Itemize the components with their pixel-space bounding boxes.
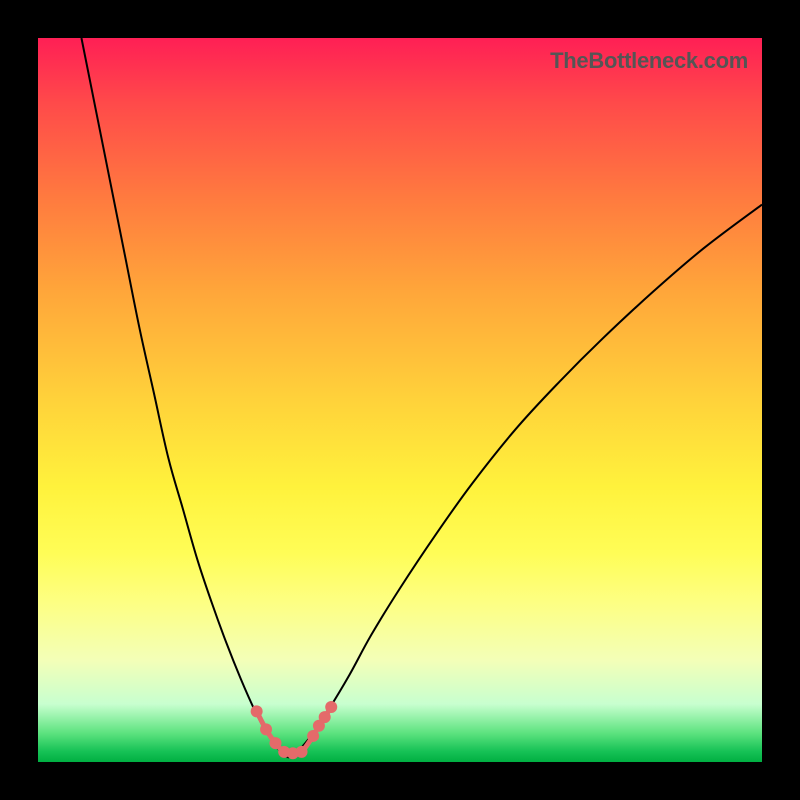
valley-marker: [251, 705, 263, 717]
valley-marker: [307, 730, 319, 742]
valley-marker: [319, 711, 331, 723]
watermark-text: TheBottleneck.com: [550, 48, 748, 74]
plot-area: TheBottleneck.com: [38, 38, 762, 762]
valley-marker: [325, 701, 337, 713]
valley-marker: [269, 737, 281, 749]
curve-right-branch: [288, 205, 762, 758]
curve-overlay: [38, 38, 762, 762]
curve-left-branch: [81, 38, 287, 758]
chart-frame: TheBottleneck.com: [0, 0, 800, 800]
valley-marker: [296, 746, 308, 758]
valley-marker-group: [251, 701, 338, 759]
valley-marker: [260, 723, 272, 735]
